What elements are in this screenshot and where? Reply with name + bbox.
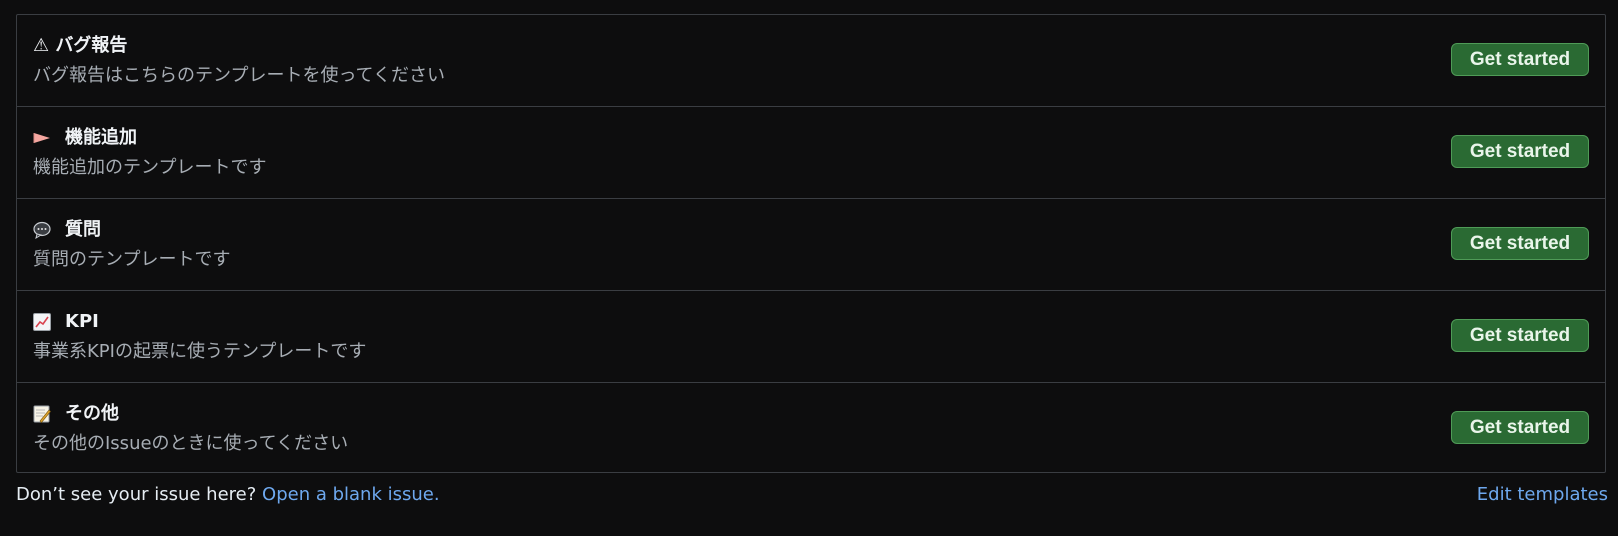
template-title-text: 質問	[65, 219, 101, 240]
get-started-button[interactable]: Get started	[1451, 227, 1589, 260]
speech-bubble-icon	[33, 221, 51, 239]
template-row-kpi: KPI 事業系KPIの起票に使うテンプレートです Get started	[17, 291, 1605, 383]
template-title: その他	[33, 403, 119, 425]
edit-templates-link[interactable]: Edit templates	[1477, 484, 1608, 505]
chart-icon	[33, 313, 51, 331]
get-started-button[interactable]: Get started	[1451, 319, 1589, 352]
template-description: 事業系KPIの起票に使うテンプレートです	[33, 341, 367, 362]
template-row-feature-request: 機能追加 機能追加のテンプレートです Get started	[17, 107, 1605, 199]
flag-icon	[33, 129, 51, 147]
template-row-question: 質問 質問のテンプレートです Get started	[17, 199, 1605, 291]
open-blank-issue-link[interactable]: Open a blank issue.	[262, 484, 440, 505]
get-started-button[interactable]: Get started	[1451, 43, 1589, 76]
template-title: 質問	[33, 219, 101, 241]
template-title: KPI	[33, 311, 99, 333]
template-description: 機能追加のテンプレートです	[33, 157, 267, 178]
template-description: その他のIssueのときに使ってください	[33, 433, 349, 454]
get-started-button[interactable]: Get started	[1451, 135, 1589, 168]
get-started-button[interactable]: Get started	[1451, 411, 1589, 444]
template-description: バグ報告はこちらのテンプレートを使ってください	[33, 65, 446, 86]
blank-issue-prompt: Don’t see your issue here? Open a blank …	[16, 484, 440, 505]
template-title-text: KPI	[65, 311, 99, 332]
template-row-other: その他 その他のIssueのときに使ってください Get started	[17, 383, 1605, 475]
issue-template-list: ⚠ バグ報告 バグ報告はこちらのテンプレートを使ってください Get start…	[16, 14, 1606, 473]
template-title-text: その他	[65, 403, 119, 424]
prompt-text: Don’t see your issue here?	[16, 483, 257, 505]
memo-icon	[33, 405, 51, 423]
template-title: 機能追加	[33, 127, 137, 149]
template-title-text: ⚠ バグ報告	[33, 35, 128, 56]
template-title: ⚠ バグ報告	[33, 35, 127, 57]
template-title-text: 機能追加	[65, 127, 137, 148]
templates-footer: Don’t see your issue here? Open a blank …	[16, 479, 1608, 509]
template-description: 質問のテンプレートです	[33, 249, 231, 270]
template-row-bug-report: ⚠ バグ報告 バグ報告はこちらのテンプレートを使ってください Get start…	[17, 15, 1605, 107]
